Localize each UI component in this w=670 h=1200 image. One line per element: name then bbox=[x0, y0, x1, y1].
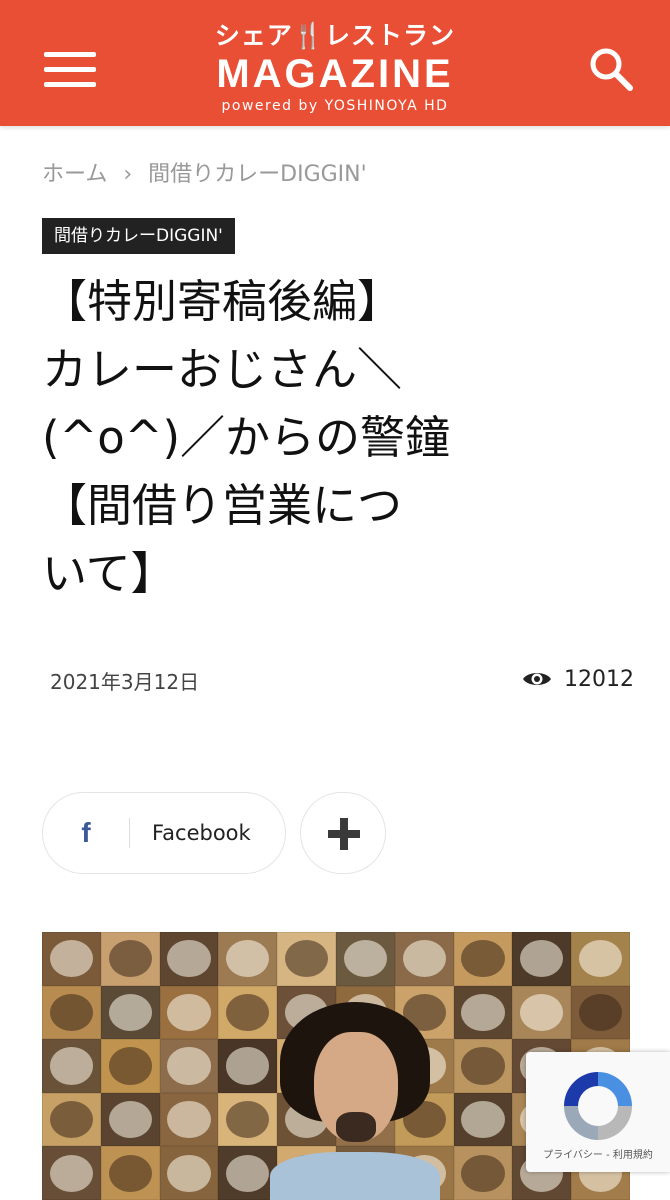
article-date: 2021年3月12日 bbox=[50, 670, 200, 694]
title-line: 【特別寄稿後編】 bbox=[42, 275, 403, 328]
more-share-button[interactable] bbox=[300, 792, 386, 874]
facebook-share-button[interactable]: f Facebook bbox=[42, 792, 286, 874]
logo-top-text: シェア🍴レストラン bbox=[214, 21, 456, 50]
site-header: シェア🍴レストラン MAGAZINE powered by YOSHINOYA … bbox=[0, 0, 670, 126]
person-portrait bbox=[270, 1002, 440, 1200]
divider bbox=[129, 818, 130, 848]
breadcrumb-separator: › bbox=[123, 162, 133, 187]
breadcrumb-category-link[interactable]: 間借りカレーDIGGIN' bbox=[148, 162, 367, 187]
view-count-value: 12012 bbox=[564, 666, 634, 692]
recaptcha-icon bbox=[564, 1072, 632, 1140]
category-tag[interactable]: 間借りカレーDIGGIN' bbox=[42, 218, 235, 254]
recaptcha-badge[interactable]: プライバシー - 利用規約 bbox=[526, 1052, 670, 1172]
facebook-share-label: Facebook bbox=[152, 821, 251, 845]
title-line: いて】 bbox=[42, 547, 176, 600]
search-icon[interactable] bbox=[586, 44, 636, 94]
breadcrumb-home-link[interactable]: ホーム bbox=[42, 162, 107, 187]
eye-icon bbox=[523, 673, 551, 685]
logo-sub-text: powered by YOSHINOYA HD bbox=[221, 98, 449, 114]
title-line: 【間借り営業につ bbox=[42, 479, 403, 532]
recaptcha-privacy-terms: プライバシー - 利用規約 bbox=[543, 1150, 653, 1161]
site-logo[interactable]: シェア🍴レストラン MAGAZINE powered by YOSHINOYA … bbox=[150, 12, 520, 122]
article-title: 【特別寄稿後編】 カレーおじさん＼ (^o^)／からの警鐘 【間借り営業につ い… bbox=[42, 268, 632, 608]
title-line: カレーおじさん＼ bbox=[42, 343, 403, 396]
view-count: 12012 bbox=[522, 664, 634, 694]
breadcrumb: ホーム › 間借りカレーDIGGIN' bbox=[42, 156, 367, 188]
title-line: (^o^)／からの警鐘 bbox=[42, 411, 451, 464]
hamburger-menu-icon[interactable] bbox=[44, 50, 96, 90]
logo-main-text: MAGAZINE bbox=[216, 52, 454, 96]
facebook-icon: f bbox=[81, 817, 91, 848]
